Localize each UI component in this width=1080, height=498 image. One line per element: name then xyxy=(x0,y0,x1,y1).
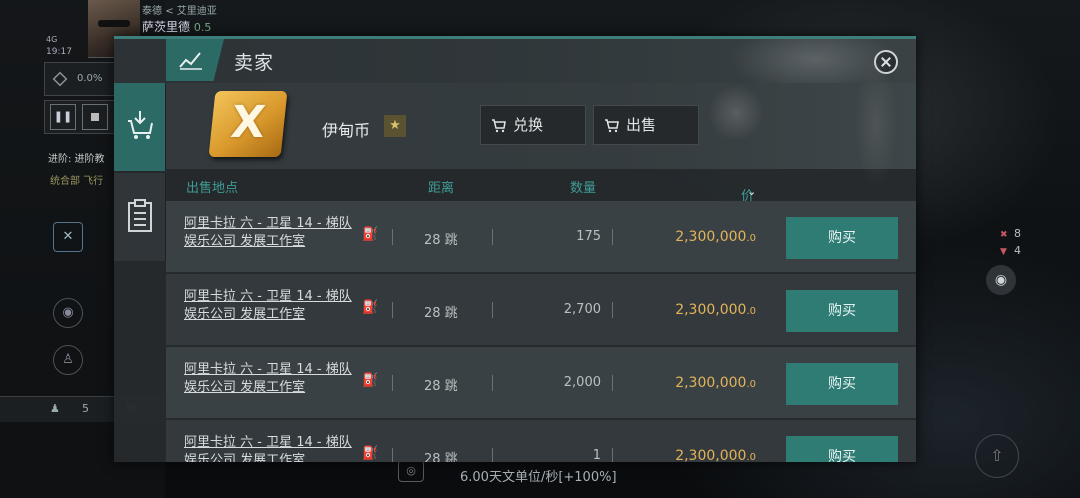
quantity-value: 175 xyxy=(576,229,601,244)
pilot-icon[interactable]: ♙ xyxy=(53,345,83,375)
dna-icon[interactable]: ✕ xyxy=(53,222,83,252)
buy-button[interactable]: 购买 xyxy=(786,217,898,259)
location-link[interactable]: 阿里卡拉 六 - 卫星 14 - 梯队娱乐公司 发展工作室 xyxy=(184,434,356,462)
cart-icon xyxy=(605,119,619,133)
counter-a: ✖ 8 xyxy=(1000,227,1021,240)
distance-value: 28 跳 xyxy=(424,233,458,248)
counter-b: ▼ 4 xyxy=(1000,244,1021,257)
tab-orders[interactable] xyxy=(114,173,166,261)
buy-button[interactable]: 购买 xyxy=(786,363,898,405)
price-value: 2,300,000.0 xyxy=(675,302,756,318)
dialog-title: 卖家 xyxy=(234,52,275,74)
device-status: 4G 19:17 xyxy=(46,35,72,57)
location-link[interactable]: 阿里卡拉 六 - 卫星 14 - 梯队娱乐公司 发展工作室 xyxy=(184,361,356,397)
sell-button[interactable]: 出售 xyxy=(593,105,699,145)
table-row[interactable]: 阿里卡拉 六 - 卫星 14 - 梯队娱乐公司 发展工作室 ⛽ 28 跳 2,7… xyxy=(166,274,916,346)
buy-button[interactable]: 购买 xyxy=(786,436,898,462)
table-row[interactable]: 阿里卡拉 六 - 卫星 14 - 梯队娱乐公司 发展工作室 ⛽ 28 跳 2,0… xyxy=(166,347,916,419)
location-link[interactable]: 阿里卡拉 六 - 卫星 14 - 梯队娱乐公司 发展工作室 xyxy=(184,288,356,324)
chevron-down-icon: ⌄ xyxy=(747,185,757,198)
col-location[interactable]: 出售地点 xyxy=(186,177,238,196)
exchange-button[interactable]: 兑换 xyxy=(480,105,586,145)
stop-button[interactable] xyxy=(82,104,108,130)
distance-value: 28 跳 xyxy=(424,379,458,394)
target-icon[interactable]: ◉ xyxy=(53,298,83,328)
triangle-icon: ▼ xyxy=(1000,247,1007,257)
pause-button[interactable]: ❚❚ xyxy=(50,104,76,130)
distance-value: 28 跳 xyxy=(424,306,458,321)
mission-subtitle: 统合部 飞行 xyxy=(50,176,104,187)
col-distance[interactable]: 距离 xyxy=(428,177,454,196)
cube-icon xyxy=(52,71,68,87)
col-quantity[interactable]: 数量 xyxy=(570,177,596,196)
exchange-label: 兑换 xyxy=(513,116,544,134)
mission-title[interactable]: 进阶: 进阶教 xyxy=(48,150,105,165)
price-value: 2,300,000.0 xyxy=(675,375,756,391)
quantity-value: 2,700 xyxy=(563,302,601,317)
chart-icon xyxy=(166,39,224,81)
system-name: 萨茨里德 xyxy=(142,20,191,34)
cart-download-icon xyxy=(128,111,153,139)
star-icon: ★ xyxy=(384,115,406,137)
item-name[interactable]: 伊甸币 xyxy=(322,117,370,141)
clipboard-icon xyxy=(128,199,152,232)
security-status: 0.5 xyxy=(193,21,212,34)
table-row[interactable]: 阿里卡拉 六 - 卫星 14 - 梯队娱乐公司 发展工作室 ⛽ 28 跳 175… xyxy=(166,201,916,273)
column-headers: 出售地点 距离 数量 价格⌄ xyxy=(166,169,916,223)
eden-coin-icon[interactable]: X xyxy=(208,91,288,157)
price-value: 2,300,000.0 xyxy=(675,448,756,462)
seller-dialog: 卖家 X 伊甸币 ★ 兑换 出售 出售地点 距离 数量 价 ⌄ 阿里卡拉 六 -… xyxy=(114,36,916,462)
online-count: 5 xyxy=(82,402,89,415)
table-row[interactable]: 阿里卡拉 六 - 卫星 14 - 梯队娱乐公司 发展工作室 ⛽ 28 跳 1 2… xyxy=(166,420,916,462)
speed-readout: 6.00天文单位/秒[+100%] xyxy=(460,470,617,485)
online-user-icon[interactable]: ♟ xyxy=(50,402,60,415)
region-link[interactable]: < 艾里迪亚 xyxy=(165,6,217,17)
price-value: 2,300,000.0 xyxy=(675,229,756,245)
system-info[interactable]: 泰德 < 艾里迪亚 萨茨里德 0.5 xyxy=(142,2,217,35)
portrait-glasses xyxy=(98,20,130,27)
camera-icon[interactable]: ◎ xyxy=(398,460,424,482)
route-icon[interactable]: ⛽ xyxy=(362,446,384,462)
item-banner: X 伊甸币 ★ 兑换 出售 xyxy=(166,63,916,183)
quantity-value: 2,000 xyxy=(563,375,601,390)
quantity-value: 1 xyxy=(592,448,601,462)
cargo-percent: 0.0% xyxy=(77,73,103,84)
tab-buy[interactable] xyxy=(114,83,166,171)
route-icon[interactable]: ⛽ xyxy=(362,373,384,393)
eye-icon[interactable]: ◉ xyxy=(986,265,1016,295)
hostile-icon: ✖ xyxy=(1000,230,1008,240)
buy-button[interactable]: 购买 xyxy=(786,290,898,332)
distance-value: 28 跳 xyxy=(424,452,458,462)
network-indicator: 4G xyxy=(46,35,58,44)
location-link[interactable]: 阿里卡拉 六 - 卫星 14 - 梯队娱乐公司 发展工作室 xyxy=(184,215,356,251)
cart-icon xyxy=(492,119,506,133)
route-icon[interactable]: ⛽ xyxy=(362,300,384,320)
route-icon[interactable]: ⛽ xyxy=(362,227,384,247)
warp-icon[interactable]: ⇧ xyxy=(975,434,1019,478)
clock: 19:17 xyxy=(46,47,72,57)
corp-label: 泰德 xyxy=(142,6,162,17)
sell-label: 出售 xyxy=(626,116,657,134)
side-tabs xyxy=(114,83,166,263)
